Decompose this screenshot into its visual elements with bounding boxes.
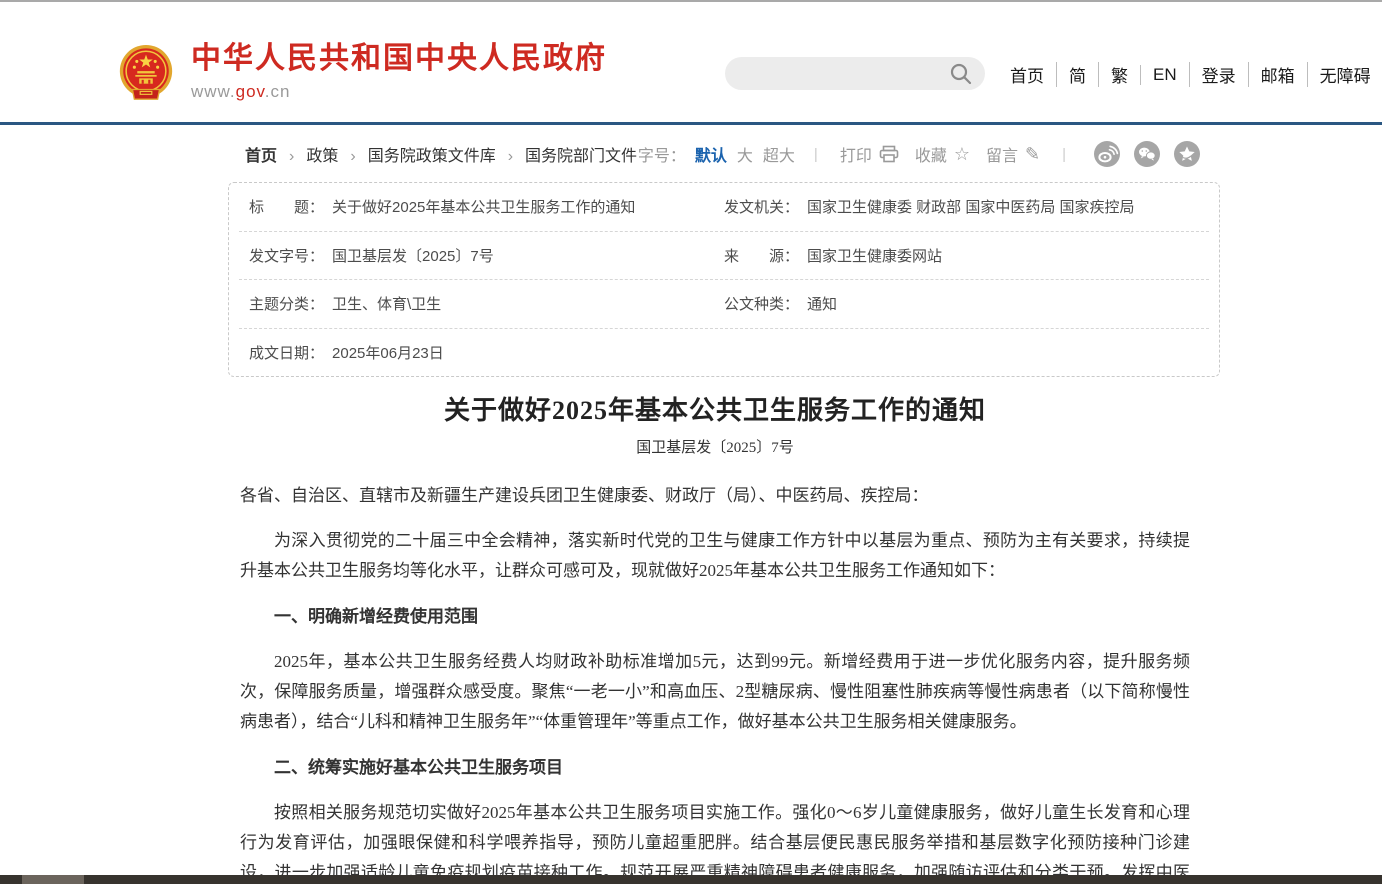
- font-size-default[interactable]: 默认: [695, 142, 727, 166]
- breadcrumb: 首页 政策 国务院政策文件库 国务院部门文件: [245, 142, 637, 166]
- comment-button[interactable]: 留言 ✎: [986, 142, 1040, 166]
- meta-row-title: 标 题： 关于做好2025年基本公共卫生服务工作的通知 发文机关： 国家卫生健康…: [239, 183, 1209, 231]
- qzone-share-icon[interactable]: [1174, 141, 1200, 167]
- top-nav: 首页 简 繁 EN 登录 邮箱 无障碍: [998, 62, 1382, 87]
- toolbar-controls: 字号： 默认 大 超大 | 打印 收藏 ☆ 留言: [638, 141, 1200, 167]
- wechat-share-icon[interactable]: [1134, 141, 1160, 167]
- meta-label-date: 成文日期：: [249, 342, 324, 363]
- horizontal-scrollbar[interactable]: [0, 875, 1382, 884]
- pencil-icon: ✎: [1025, 145, 1040, 163]
- horizontal-scrollbar-thumb[interactable]: [22, 875, 84, 884]
- font-size-label: 字号：: [638, 142, 686, 166]
- breadcrumb-department-docs[interactable]: 国务院部门文件: [496, 142, 637, 166]
- nav-simplified[interactable]: 简: [1056, 62, 1098, 87]
- section-paragraph-2: 按照相关服务规范切实做好2025年基本公共卫生服务项目实施工作。强化0～6岁儿童…: [240, 798, 1190, 884]
- search-box[interactable]: [725, 57, 985, 90]
- meta-value-date: 2025年06月23日: [332, 342, 444, 363]
- nav-traditional[interactable]: 繁: [1098, 62, 1140, 87]
- search-icon[interactable]: [949, 62, 973, 86]
- search-input[interactable]: [725, 57, 949, 90]
- font-size-xlarge[interactable]: 超大: [763, 142, 795, 166]
- salutation-paragraph: 各省、自治区、直辖市及新疆生产建设兵团卫生健康委、财政厅（局）、中医药局、疾控局…: [240, 481, 1190, 511]
- meta-label-category: 主题分类：: [249, 293, 324, 314]
- national-emblem-logo[interactable]: [115, 42, 177, 106]
- weibo-share-icon[interactable]: [1094, 141, 1120, 167]
- meta-label-doc-number: 发文字号：: [249, 245, 324, 266]
- meta-label-doc-type: 公文种类：: [724, 293, 799, 314]
- section-heading-2: 二、统筹实施好基本公共卫生服务项目: [240, 753, 1190, 783]
- meta-label-title: 标 题：: [249, 196, 324, 217]
- print-button[interactable]: 打印: [840, 142, 899, 166]
- favorite-button[interactable]: 收藏 ☆: [915, 142, 970, 166]
- site-brand[interactable]: 中华人民共和国中央人民政府 www.gov.cn: [115, 42, 607, 106]
- meta-value-issuing-agency: 国家卫生健康委 财政部 国家中医药局 国家疾控局: [807, 196, 1135, 217]
- intro-paragraph: 为深入贯彻党的二十届三中全会精神，落实新时代党的卫生与健康工作方针中以基层为重点…: [240, 526, 1190, 586]
- meta-row-category: 主题分类： 卫生、体育\卫生 公文种类： 通知: [239, 279, 1209, 328]
- meta-value-source: 国家卫生健康委网站: [807, 245, 942, 266]
- meta-value-title: 关于做好2025年基本公共卫生服务工作的通知: [332, 196, 635, 217]
- nav-english[interactable]: EN: [1140, 65, 1189, 85]
- nav-mail[interactable]: 邮箱: [1248, 62, 1307, 87]
- document-title: 关于做好2025年基本公共卫生服务工作的通知: [240, 396, 1190, 426]
- toolbar-divider: |: [814, 146, 818, 163]
- meta-label-source: 来 源：: [724, 245, 799, 266]
- site-title[interactable]: 中华人民共和国中央人民政府: [191, 42, 607, 76]
- site-url: www.gov.cn: [191, 82, 607, 102]
- main-content: 首页 政策 国务院政策文件库 国务院部门文件 字号： 默认 大 超大 | 打印: [228, 139, 1220, 884]
- share-buttons: [1080, 141, 1200, 167]
- meta-row-number: 发文字号： 国卫基层发〔2025〕7号 来 源： 国家卫生健康委网站: [239, 231, 1209, 280]
- document-meta-table: 标 题： 关于做好2025年基本公共卫生服务工作的通知 发文机关： 国家卫生健康…: [228, 182, 1220, 377]
- site-header: 中华人民共和国中央人民政府 www.gov.cn 首页 简 繁 EN 登录 邮箱…: [0, 2, 1382, 125]
- breadcrumb-policy[interactable]: 政策: [277, 142, 338, 166]
- document-article: 关于做好2025年基本公共卫生服务工作的通知 国卫基层发〔2025〕7号 各省、…: [228, 396, 1220, 884]
- meta-value-category: 卫生、体育\卫生: [332, 293, 441, 314]
- toolbar-divider: |: [1062, 146, 1066, 163]
- nav-login[interactable]: 登录: [1189, 62, 1248, 87]
- section-paragraph-1: 2025年，基本公共卫生服务经费人均财政补助标准增加5元，达到99元。新增经费用…: [240, 647, 1190, 737]
- star-icon: ☆: [954, 145, 970, 163]
- meta-label-issuing-agency: 发文机关：: [724, 196, 799, 217]
- page-toolbar: 首页 政策 国务院政策文件库 国务院部门文件 字号： 默认 大 超大 | 打印: [228, 139, 1220, 169]
- breadcrumb-policy-library[interactable]: 国务院政策文件库: [338, 142, 495, 166]
- meta-row-date: 成文日期： 2025年06月23日: [239, 328, 1209, 377]
- font-size-large[interactable]: 大: [737, 142, 753, 166]
- breadcrumb-home[interactable]: 首页: [245, 142, 277, 166]
- meta-value-doc-number: 国卫基层发〔2025〕7号: [332, 245, 494, 266]
- nav-home[interactable]: 首页: [998, 62, 1056, 87]
- nav-accessibility[interactable]: 无障碍: [1307, 62, 1382, 87]
- section-heading-1: 一、明确新增经费使用范围: [240, 602, 1190, 632]
- printer-icon: [879, 145, 899, 163]
- meta-value-doc-type: 通知: [807, 293, 837, 314]
- brand-text: 中华人民共和国中央人民政府 www.gov.cn: [191, 42, 607, 102]
- document-number: 国卫基层发〔2025〕7号: [240, 436, 1190, 457]
